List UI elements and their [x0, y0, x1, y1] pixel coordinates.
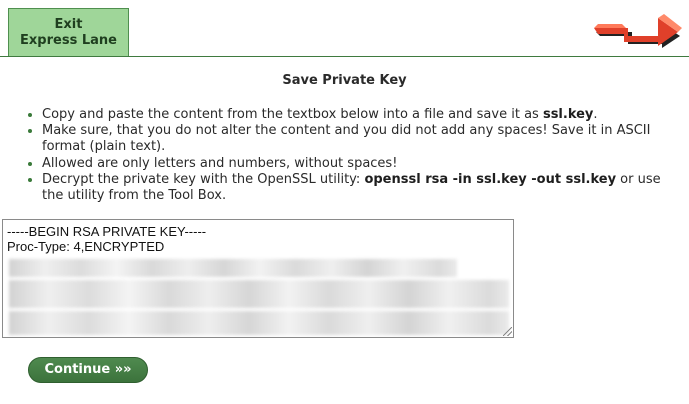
exit-express-lane-tab[interactable]: Exit Express Lane [8, 8, 129, 56]
instruction-item: Decrypt the private key with the OpenSSL… [42, 172, 681, 204]
header-divider [0, 56, 689, 57]
instruction-item: Copy and paste the content from the text… [42, 107, 681, 123]
brand-logo-icon [594, 14, 682, 48]
header: Exit Express Lane [0, 0, 689, 57]
page-title: Save Private Key [282, 73, 407, 88]
instruction-item: Allowed are only letters and numbers, wi… [42, 156, 681, 172]
exit-tab-label-line2: Express Lane [20, 33, 117, 48]
instruction-list: Copy and paste the content from the text… [26, 107, 681, 204]
private-key-textbox[interactable]: -----BEGIN RSA PRIVATE KEY----- Proc-Typ… [2, 219, 514, 338]
textbox-resize-handle[interactable] [503, 327, 512, 336]
key-begin-line: -----BEGIN RSA PRIVATE KEY----- [7, 224, 207, 239]
instruction-item: Make sure, that you do not alter the con… [42, 123, 681, 155]
key-proc-type-line: Proc-Type: 4,ENCRYPTED [7, 239, 165, 254]
redacted-key-content [9, 259, 457, 277]
continue-button[interactable]: Continue »» [28, 357, 148, 383]
redacted-key-content [9, 311, 509, 335]
exit-tab-label-line1: Exit [54, 17, 83, 32]
redacted-key-content [9, 280, 509, 308]
